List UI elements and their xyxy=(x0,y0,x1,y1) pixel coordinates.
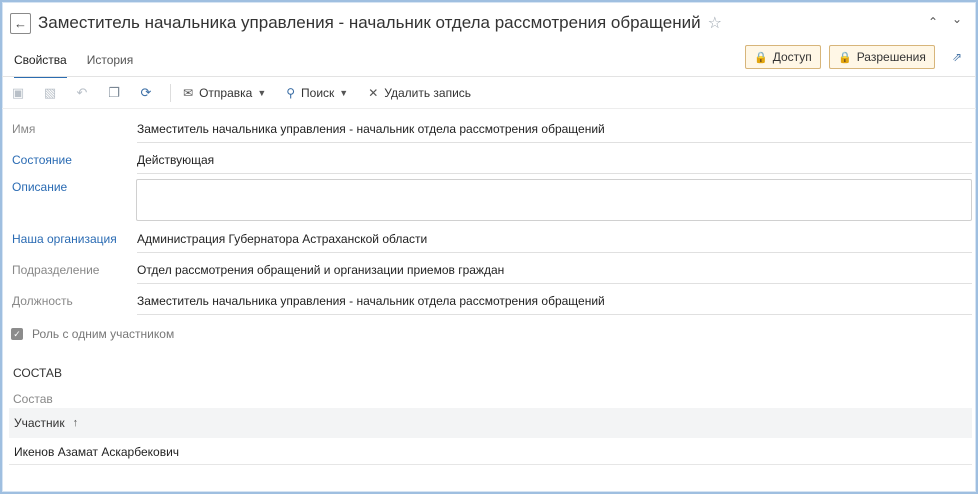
refresh-icon[interactable]: ⟳ xyxy=(138,85,154,101)
toolbar-divider xyxy=(2,108,976,109)
search-label: Поиск xyxy=(301,86,335,100)
participants-grid-header: Участник ↑ xyxy=(9,408,972,438)
permissions-button[interactable]: 🔒 Разрешения xyxy=(829,45,935,69)
organization-row: Наша организация Администрация Губернато… xyxy=(12,232,972,256)
position-row: Должность Заместитель начальника управле… xyxy=(12,294,972,318)
chevron-up-icon[interactable]: ⌃ xyxy=(928,15,938,29)
name-row: Имя Заместитель начальника управления - … xyxy=(12,122,972,146)
favorite-star-icon[interactable]: ☆ xyxy=(708,13,722,33)
name-field[interactable]: Заместитель начальника управления - нача… xyxy=(137,122,972,143)
undo-icon[interactable]: ↶ xyxy=(74,85,90,101)
save-icon[interactable]: ▣ xyxy=(10,85,26,101)
composition-subsection-title: Состав xyxy=(13,392,53,406)
title-bar: ← Заместитель начальника управления - на… xyxy=(10,10,968,36)
close-icon: ✕ xyxy=(368,86,379,100)
composition-section-title: СОСТАВ xyxy=(13,366,62,380)
send-label: Отправка xyxy=(199,86,253,100)
organization-field[interactable]: Администрация Губернатора Астраханской о… xyxy=(137,232,972,253)
chevron-down-icon: ▼ xyxy=(257,88,267,98)
delete-record-button[interactable]: ✕ Удалить запись xyxy=(368,86,471,100)
page-title: Заместитель начальника управления - нача… xyxy=(38,13,701,32)
tab-history[interactable]: История xyxy=(87,53,134,78)
state-row: Состояние Действующая xyxy=(12,153,972,177)
toolbar: ▣ ▧ ↶ ❐ ⟳ ✉ Отправка ▼ ⚲ Поиск ▼ ✕ Удали… xyxy=(10,83,491,103)
tab-bar: Свойства История xyxy=(14,53,133,78)
send-icon: ✉ xyxy=(183,86,194,100)
single-participant-checkbox[interactable]: ✓ xyxy=(11,328,23,340)
state-label-link[interactable]: Состояние xyxy=(12,153,72,167)
organization-label-link[interactable]: Наша организация xyxy=(12,232,117,246)
access-button[interactable]: 🔒 Доступ xyxy=(745,45,821,69)
description-field[interactable] xyxy=(136,179,972,221)
permissions-button-label: Разрешения xyxy=(856,50,926,64)
lock-icon: 🔒 xyxy=(838,51,852,64)
position-label: Должность xyxy=(12,294,73,308)
single-participant-row: ✓ Роль с одним участником xyxy=(11,327,174,341)
toolbar-separator xyxy=(170,84,171,102)
copy-icon[interactable]: ❐ xyxy=(106,85,122,101)
state-field[interactable]: Действующая xyxy=(137,153,972,174)
department-label: Подразделение xyxy=(12,263,100,277)
table-row[interactable]: Икенов Азамат Аскарбекович xyxy=(9,439,972,465)
participant-cell: Икенов Азамат Аскарбекович xyxy=(14,444,180,459)
back-button[interactable]: ← xyxy=(10,12,31,34)
description-label-link[interactable]: Описание xyxy=(12,180,67,194)
single-participant-label: Роль с одним участником xyxy=(32,327,175,341)
search-icon: ⚲ xyxy=(286,86,296,100)
send-menu-button[interactable]: ✉ Отправка ▼ xyxy=(183,86,266,100)
chevron-down-icon: ▼ xyxy=(339,88,349,98)
participant-column-header[interactable]: Участник xyxy=(14,416,65,430)
tab-properties[interactable]: Свойства xyxy=(14,53,67,78)
delete-label: Удалить запись xyxy=(384,86,472,100)
arrow-left-icon: ← xyxy=(14,15,27,31)
lock-icon: 🔒 xyxy=(754,51,768,64)
position-field[interactable]: Заместитель начальника управления - нача… xyxy=(137,294,972,315)
save-and-close-icon[interactable]: ▧ xyxy=(42,85,58,101)
tabs-divider xyxy=(2,76,976,77)
search-menu-button[interactable]: ⚲ Поиск ▼ xyxy=(286,86,348,100)
chevron-down-icon[interactable]: ⌄ xyxy=(952,12,962,26)
department-row: Подразделение Отдел рассмотрения обращен… xyxy=(12,263,972,287)
name-label: Имя xyxy=(12,122,36,136)
sort-ascending-icon[interactable]: ↑ xyxy=(73,417,79,429)
access-button-label: Доступ xyxy=(772,50,812,64)
open-in-new-window-icon[interactable]: ⇗ xyxy=(952,50,962,64)
department-field[interactable]: Отдел рассмотрения обращений и организац… xyxy=(137,263,972,284)
